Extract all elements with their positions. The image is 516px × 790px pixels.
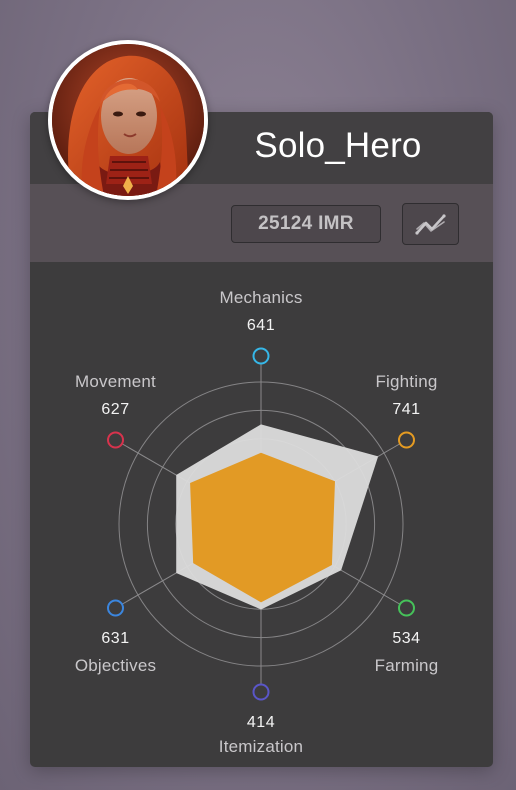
axis-value-mechanics: 641: [246, 317, 276, 334]
axis-marker-objectives[interactable]: [107, 599, 125, 617]
axis-value-fighting: 741: [392, 401, 421, 418]
axis-label-mechanics: Mechanics: [219, 288, 303, 307]
axis-value-movement: 627: [101, 401, 130, 418]
axis-value-farming: 534: [392, 630, 421, 647]
axis-marker-mechanics[interactable]: [252, 347, 270, 365]
axis-marker-itemization[interactable]: [252, 683, 270, 701]
axis-label-movement: Movement: [75, 372, 156, 391]
axis-marker-farming[interactable]: [397, 599, 415, 617]
axis-marker-movement[interactable]: [107, 431, 125, 449]
axis-value-objectives: 631: [101, 630, 130, 647]
axis-label-farming: Farming: [374, 656, 439, 675]
axis-label-itemization: Itemization: [218, 737, 304, 756]
axis-marker-fighting[interactable]: [397, 431, 415, 449]
axis-label-objectives: Objectives: [74, 656, 157, 675]
axis-label-fighting: Fighting: [375, 372, 438, 391]
axis-value-itemization: 414: [246, 714, 276, 731]
